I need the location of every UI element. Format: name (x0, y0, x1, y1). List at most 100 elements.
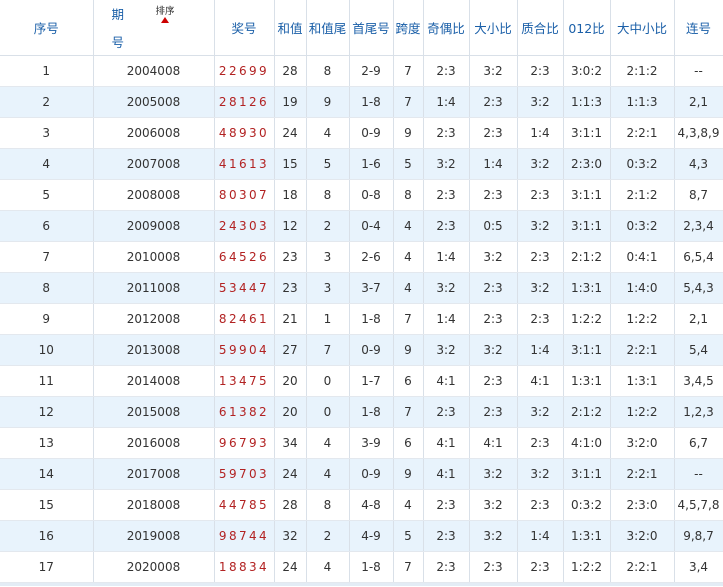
cell-span: 4 (393, 489, 424, 521)
cell-sum: 24 (274, 117, 307, 149)
cell-sum-tail: 1 (306, 303, 350, 335)
sort-arrow-up-icon[interactable] (160, 17, 169, 23)
cell-big-small: 3:2 (469, 458, 518, 490)
cell-span: 7 (393, 396, 424, 428)
cell-prize: 44785 (214, 489, 275, 521)
cell-consecutive: 8,7 (674, 179, 723, 211)
cell-big-mid-small: 1:4:0 (610, 272, 675, 304)
cell-seq: 14 (0, 458, 94, 490)
cell-sum-tail: 3 (306, 241, 350, 273)
cell-prize: 61382 (214, 396, 275, 428)
cell-sum-tail: 5 (306, 148, 350, 180)
cell-big-small: 3:2 (469, 55, 518, 87)
table-row: 4 2007008 41613 15 5 1-6 5 3:2 1:4 3:2 2:3:0 0:3:2 4… (0, 148, 723, 180)
cell-head-tail: 0-9 (349, 117, 394, 149)
cell-period: 2007008 (93, 148, 215, 180)
cell-period: 2014008 (93, 365, 215, 397)
cell-head-tail: 0-9 (349, 458, 394, 490)
cell-big-small: 2:3 (469, 117, 518, 149)
table-row: 6 2009008 24303 12 2 0-4 4 2:3 0:5 3:2 3:1:1 0:3:2 2… (0, 210, 723, 242)
cell-big-mid-small: 0:4:1 (610, 241, 675, 273)
cell-span: 7 (393, 551, 424, 583)
cell-sum: 21 (274, 303, 307, 335)
header-period: 期 号 排序 (93, 0, 215, 56)
cell-seq: 10 (0, 334, 94, 366)
cell-seq: 12 (0, 396, 94, 428)
cell-012-ratio: 3:1:1 (563, 210, 611, 242)
cell-big-mid-small: 2:2:1 (610, 117, 675, 149)
cell-sum-tail: 9 (306, 86, 350, 118)
cell-period: 2017008 (93, 458, 215, 490)
cell-sum: 24 (274, 551, 307, 583)
cell-012-ratio: 2:3:0 (563, 148, 611, 180)
cell-big-small: 1:4 (469, 148, 518, 180)
cell-head-tail: 3-9 (349, 427, 394, 459)
cell-period: 2015008 (93, 396, 215, 428)
cell-span: 6 (393, 365, 424, 397)
cell-prize: 48930 (214, 117, 275, 149)
cell-big-small: 2:3 (469, 303, 518, 335)
cell-prize: 28126 (214, 86, 275, 118)
cell-seq: 2 (0, 86, 94, 118)
cell-sum-tail: 2 (306, 210, 350, 242)
cell-consecutive: 5,4 (674, 334, 723, 366)
sort-link[interactable]: 排序 (156, 3, 175, 17)
cell-prime-composite: 1:4 (517, 117, 564, 149)
cell-prize: 82461 (214, 303, 275, 335)
cell-prize: 59703 (214, 458, 275, 490)
cell-span: 7 (393, 303, 424, 335)
cell-sum: 34 (274, 427, 307, 459)
cell-prize: 18834 (214, 551, 275, 583)
cell-consecutive: 9,8,7 (674, 520, 723, 552)
header-sum: 和值 (274, 0, 307, 56)
cell-head-tail: 1-8 (349, 86, 394, 118)
cell-odd-even: 4:1 (423, 458, 470, 490)
cell-head-tail: 4-8 (349, 489, 394, 521)
cell-sum: 28 (274, 489, 307, 521)
header-prime-composite: 质合比 (517, 0, 564, 56)
cell-012-ratio: 1:2:2 (563, 551, 611, 583)
cell-sum: 18 (274, 179, 307, 211)
cell-period: 2018008 (93, 489, 215, 521)
cell-consecutive: 4,3 (674, 148, 723, 180)
cell-consecutive: -- (674, 458, 723, 490)
cell-big-mid-small: 3:2:0 (610, 427, 675, 459)
cell-consecutive: 6,7 (674, 427, 723, 459)
cell-odd-even: 2:3 (423, 55, 470, 87)
header-head-tail: 首尾号 (349, 0, 394, 56)
cell-sum-tail: 0 (306, 365, 350, 397)
cell-prize: 59904 (214, 334, 275, 366)
cell-period: 2005008 (93, 86, 215, 118)
cell-odd-even: 3:2 (423, 334, 470, 366)
cell-prime-composite: 3:2 (517, 86, 564, 118)
table-row: 13 2016008 96793 34 4 3-9 6 4:1 4:1 2:3 4:1:0 3:2:0… (0, 427, 723, 459)
header-span: 跨度 (393, 0, 424, 56)
cell-odd-even: 2:3 (423, 520, 470, 552)
cell-sum-tail: 8 (306, 55, 350, 87)
cell-prime-composite: 3:2 (517, 396, 564, 428)
cell-big-small: 2:3 (469, 272, 518, 304)
cell-period: 2016008 (93, 427, 215, 459)
header-row: 序号 期 号 排序 奖号 和值 和值尾 首尾号 跨度 奇偶比 大小比 质合比 0… (0, 0, 723, 56)
table-bottom-border (0, 583, 723, 586)
cell-012-ratio: 3:1:1 (563, 334, 611, 366)
cell-prime-composite: 3:2 (517, 458, 564, 490)
header-big-mid-small: 大中小比 (610, 0, 675, 56)
header-prize: 奖号 (214, 0, 275, 56)
cell-prime-composite: 2:3 (517, 489, 564, 521)
cell-consecutive: 6,5,4 (674, 241, 723, 273)
header-big-small: 大小比 (469, 0, 518, 56)
cell-big-small: 3:2 (469, 520, 518, 552)
cell-period: 2020008 (93, 551, 215, 583)
cell-big-small: 2:3 (469, 365, 518, 397)
cell-sum-tail: 4 (306, 117, 350, 149)
cell-sum: 12 (274, 210, 307, 242)
cell-head-tail: 0-4 (349, 210, 394, 242)
cell-prime-composite: 4:1 (517, 365, 564, 397)
cell-seq: 4 (0, 148, 94, 180)
header-period-label-bottom: 号 (111, 35, 125, 50)
cell-012-ratio: 3:1:1 (563, 458, 611, 490)
table-row: 10 2013008 59904 27 7 0-9 9 3:2 3:2 1:4 3:1:1 2:2:1… (0, 334, 723, 366)
cell-consecutive: 1,2,3 (674, 396, 723, 428)
cell-prime-composite: 2:3 (517, 241, 564, 273)
